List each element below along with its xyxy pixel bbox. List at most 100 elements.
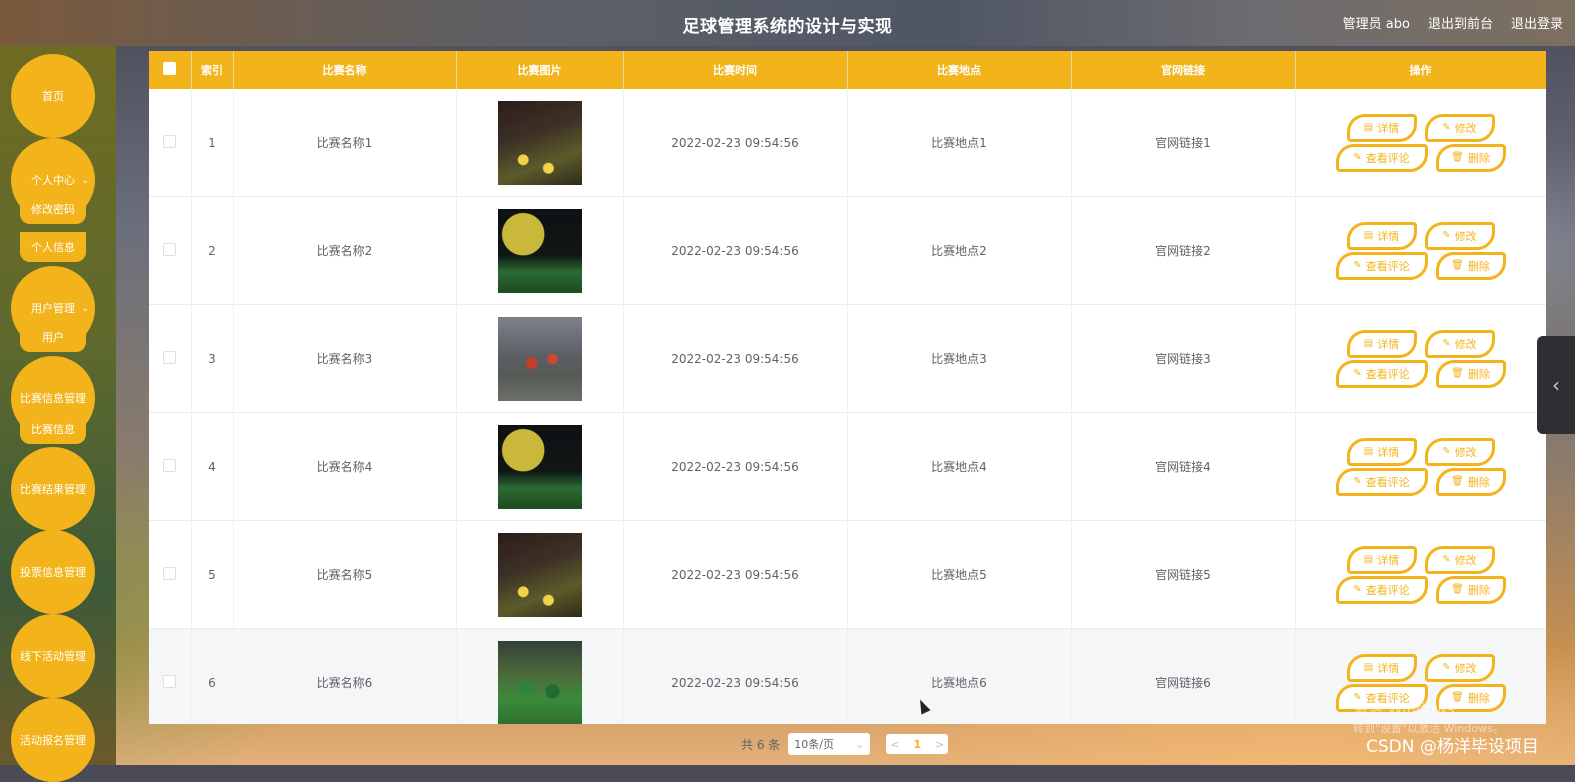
edit-button[interactable]: ✎ 修改: [1424, 545, 1495, 574]
view-comments-button[interactable]: ✎ 查看评论: [1335, 467, 1428, 496]
view-comments-button[interactable]: ✎ 查看评论: [1335, 359, 1428, 388]
detail-label: 详情: [1377, 553, 1400, 567]
page-buttons: < 1 >: [886, 734, 949, 754]
submenu-match-info[interactable]: 比赛信息: [20, 414, 86, 444]
edit-button[interactable]: ✎ 修改: [1424, 221, 1495, 250]
edit-label: 修改: [1454, 229, 1477, 243]
cell-link: 官网链接1: [1071, 89, 1296, 197]
cell-image: [456, 304, 624, 413]
table-row: 4 比赛名称4 2022-02-23 09:54:56 比赛地点4 官网链接4 ▤ 详情 ✎ 修…: [149, 412, 1546, 521]
row-select-cell: [149, 196, 192, 305]
match-thumbnail[interactable]: [497, 208, 582, 293]
row-checkbox[interactable]: [163, 674, 177, 688]
row-actions: ▤ 详情 ✎ 修改 ✎ 查看评论 🗑 删除: [1331, 437, 1511, 496]
match-thumbnail[interactable]: [497, 316, 582, 401]
cell-link: 官网链接3: [1071, 304, 1296, 413]
match-thumbnail[interactable]: [497, 424, 582, 509]
view-comments-button[interactable]: ✎ 查看评论: [1335, 143, 1428, 172]
cell-image: [456, 412, 624, 521]
chevron-left-icon: ‹: [1552, 373, 1560, 397]
comments-label: 查看评论: [1365, 583, 1410, 597]
page-size-select[interactable]: 10条/页 ⌄: [788, 733, 871, 755]
detail-button[interactable]: ▤ 详情: [1346, 221, 1417, 250]
select-all-checkbox[interactable]: [163, 62, 177, 75]
col-name: 比赛名称: [233, 51, 457, 89]
edit-icon: ✎: [1442, 662, 1451, 673]
row-checkbox[interactable]: [163, 350, 177, 364]
row-checkbox[interactable]: [163, 242, 177, 256]
cell-link: 官网链接6: [1071, 628, 1296, 724]
menu-vote-label: 投票信息管理: [20, 566, 86, 579]
row-select-cell: [149, 628, 192, 724]
edit-button[interactable]: ✎ 修改: [1424, 113, 1495, 142]
submenu-personal-info[interactable]: 个人信息: [20, 232, 86, 262]
cell-time: 2022-02-23 09:54:56: [623, 520, 848, 629]
view-comments-button[interactable]: ✎ 查看评论: [1335, 575, 1428, 604]
watermark-line1: 激活 Windows: [1353, 700, 1455, 718]
comments-label: 查看评论: [1365, 475, 1410, 489]
submenu-users[interactable]: 用户: [20, 322, 86, 352]
row-checkbox[interactable]: [163, 458, 177, 472]
cell-actions: ▤ 详情 ✎ 修改 ✎ 查看评论 🗑 删除: [1295, 412, 1546, 521]
delete-button[interactable]: 🗑 删除: [1435, 251, 1506, 280]
menu-personal-label: 个人中心: [31, 174, 75, 187]
submenu-change-password[interactable]: 修改密码: [20, 194, 86, 224]
table-row: 6 比赛名称6 2022-02-23 09:54:56 比赛地点6 官网链接6 ▤ 详情 ✎ 修…: [149, 628, 1546, 724]
row-select-cell: [149, 412, 192, 521]
cell-name: 比赛名称6: [233, 628, 457, 724]
menu-home[interactable]: 首页: [11, 54, 95, 138]
cell-index: 1: [191, 89, 234, 197]
table-row: 5 比赛名称5 2022-02-23 09:54:56 比赛地点5 官网链接5 ▤ 详情 ✎ 修…: [149, 520, 1546, 629]
delete-button[interactable]: 🗑 删除: [1435, 143, 1506, 172]
edit-icon: ✎: [1442, 122, 1451, 133]
row-actions: ▤ 详情 ✎ 修改 ✎ 查看评论 🗑 删除: [1331, 113, 1511, 172]
delete-label: 删除: [1467, 367, 1490, 381]
page-number-current[interactable]: 1: [913, 738, 921, 751]
menu-vote-info[interactable]: 投票信息管理: [11, 530, 95, 614]
cell-place: 比赛地点6: [847, 628, 1072, 724]
row-actions: ▤ 详情 ✎ 修改 ✎ 查看评论 🗑 删除: [1331, 329, 1511, 388]
menu-users-label: 用户管理: [31, 302, 75, 315]
back-to-front-link[interactable]: 退出到前台: [1428, 13, 1493, 32]
detail-button[interactable]: ▤ 详情: [1346, 437, 1417, 466]
detail-label: 详情: [1377, 337, 1400, 351]
edit-label: 修改: [1454, 661, 1477, 675]
view-comments-button[interactable]: ✎ 查看评论: [1335, 251, 1428, 280]
row-checkbox[interactable]: [163, 566, 177, 580]
menu-offline-activity[interactable]: 线下活动管理: [11, 614, 95, 698]
edit-button[interactable]: ✎ 修改: [1424, 437, 1495, 466]
match-thumbnail[interactable]: [497, 100, 582, 185]
detail-button[interactable]: ▤ 详情: [1346, 113, 1417, 142]
delete-label: 删除: [1467, 583, 1490, 597]
row-actions: ▤ 详情 ✎ 修改 ✎ 查看评论 🗑 删除: [1331, 545, 1511, 604]
next-page-icon[interactable]: >: [935, 738, 944, 751]
menu-activity-signup[interactable]: 活动报名管理: [11, 698, 95, 782]
cell-index: 6: [191, 628, 234, 724]
side-collapse-tab[interactable]: ‹: [1537, 336, 1575, 434]
delete-button[interactable]: 🗑 删除: [1435, 359, 1506, 388]
edit-button[interactable]: ✎ 修改: [1424, 653, 1495, 682]
comments-label: 查看评论: [1365, 367, 1410, 381]
detail-button[interactable]: ▤ 详情: [1346, 545, 1417, 574]
table-row: 3 比赛名称3 2022-02-23 09:54:56 比赛地点3 官网链接3 ▤ 详情 ✎ 修…: [149, 304, 1546, 413]
row-select-cell: [149, 304, 192, 413]
menu-match-result[interactable]: 比赛结果管理: [11, 447, 95, 531]
edit-button[interactable]: ✎ 修改: [1424, 329, 1495, 358]
cell-time: 2022-02-23 09:54:56: [623, 628, 848, 724]
trash-icon: 🗑: [1451, 368, 1464, 379]
detail-button[interactable]: ▤ 详情: [1346, 653, 1417, 682]
menu-match-label: 比赛信息管理: [20, 392, 86, 405]
delete-button[interactable]: 🗑 删除: [1435, 467, 1506, 496]
logout-link[interactable]: 退出登录: [1511, 13, 1563, 32]
row-checkbox[interactable]: [163, 134, 177, 148]
match-thumbnail[interactable]: [497, 640, 582, 724]
prev-page-icon[interactable]: <: [890, 738, 899, 751]
cell-name: 比赛名称5: [233, 520, 457, 629]
menu-offline-label: 线下活动管理: [20, 650, 86, 663]
delete-button[interactable]: 🗑 删除: [1435, 575, 1506, 604]
cell-actions: ▤ 详情 ✎ 修改 ✎ 查看评论 🗑 删除: [1295, 89, 1546, 197]
cell-actions: ▤ 详情 ✎ 修改 ✎ 查看评论 🗑 删除: [1295, 196, 1546, 305]
match-thumbnail[interactable]: [497, 532, 582, 617]
edit-icon: ✎: [1442, 554, 1451, 565]
detail-button[interactable]: ▤ 详情: [1346, 329, 1417, 358]
